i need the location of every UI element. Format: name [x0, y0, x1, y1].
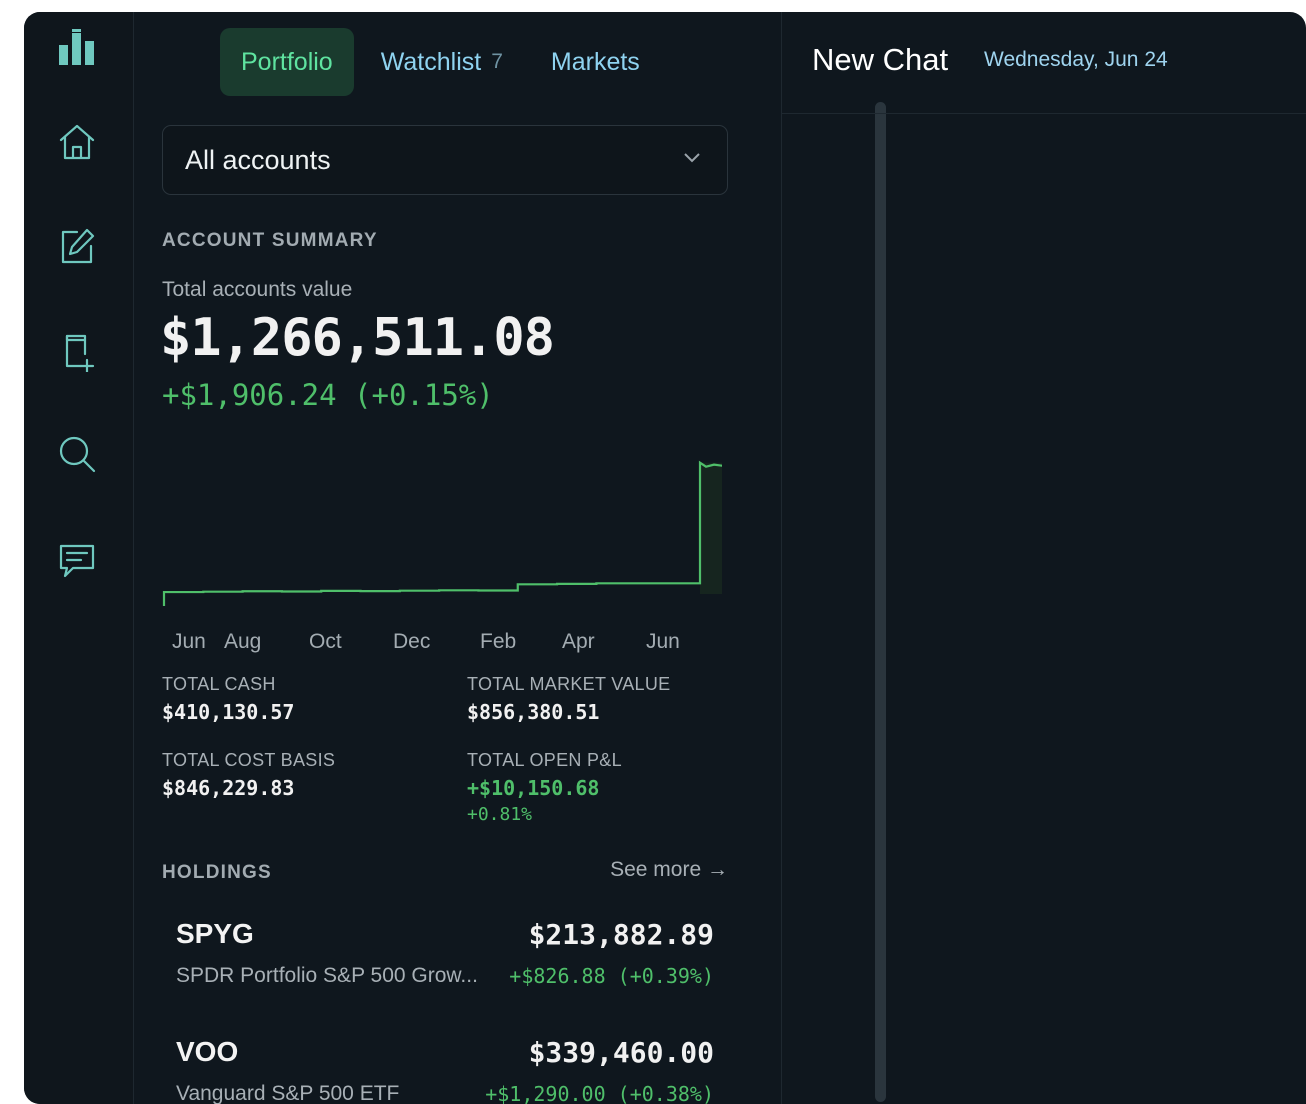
search-icon[interactable]	[55, 432, 99, 476]
total-open-pl-label: TOTAL OPEN P&L	[467, 750, 622, 770]
account-summary-title: ACCOUNT SUMMARY	[162, 230, 378, 251]
tab-portfolio[interactable]: Portfolio	[220, 28, 354, 96]
app-window: Portfolio Watchlist 7 Markets All accoun…	[24, 12, 1306, 1104]
tab-watchlist[interactable]: Watchlist 7	[360, 28, 524, 96]
chart-x-tick-label: Jun	[172, 630, 206, 653]
chart-series-line	[162, 460, 722, 607]
edit-icon[interactable]	[55, 224, 99, 268]
account-select[interactable]: All accounts	[162, 125, 728, 195]
total-market-value-label: TOTAL MARKET VALUE	[467, 674, 671, 694]
see-more-link[interactable]: See more →	[610, 858, 728, 882]
total-cash-label: TOTAL CASH	[162, 674, 276, 694]
chevron-down-icon	[684, 153, 700, 163]
chat-icon[interactable]	[55, 538, 99, 582]
tab-markets[interactable]: Markets	[530, 28, 661, 96]
tab-label: Watchlist	[380, 47, 482, 76]
chart-x-tick-label: Aug	[224, 630, 261, 653]
total-cash-value: $410,130.57	[162, 700, 295, 724]
holding-change: +$1,290.00 (+0.38%)	[485, 1082, 714, 1104]
holding-symbol: SPYG	[176, 918, 254, 949]
chat-panel: New Chat Wednesday, Jun 24	[781, 12, 1306, 1104]
holding-value: $213,882.89	[528, 918, 714, 951]
total-open-pl-percent: +0.81%	[467, 804, 533, 825]
holdings-title: HOLDINGS	[162, 862, 272, 883]
total-accounts-change: +$1,906.24 (+0.15%)	[162, 378, 494, 412]
holding-value: $339,460.00	[528, 1036, 714, 1069]
total-open-pl-value: +$10,150.68	[467, 776, 600, 800]
holding-change: +$826.88 (+0.39%)	[509, 964, 714, 988]
chat-title: New Chat	[812, 42, 949, 77]
holding-name: Vanguard S&P 500 ETF	[176, 1082, 400, 1104]
tab-label: Portfolio	[241, 47, 333, 76]
holding-name: SPDR Portfolio S&P 500 Grow...	[176, 964, 478, 987]
tab-bar: Portfolio Watchlist 7 Markets	[220, 28, 661, 96]
add-document-icon[interactable]	[55, 330, 99, 374]
total-cost-basis-label: TOTAL COST BASIS	[162, 750, 336, 770]
sidebar	[24, 12, 134, 1104]
account-select-value: All accounts	[185, 144, 331, 175]
portfolio-value-chart: Jun Aug Oct Dec Feb Apr Jun	[162, 460, 722, 653]
holding-symbol: VOO	[176, 1036, 239, 1067]
holding-row[interactable]: SPYG $213,882.89 SPDR Portfolio S&P 500 …	[162, 910, 728, 1020]
tab-label: Markets	[550, 47, 640, 76]
portfolio-panel: Portfolio Watchlist 7 Markets All accoun…	[134, 12, 886, 1104]
total-market-value: $856,380.51	[467, 700, 600, 724]
chart-x-tick-label: Apr	[562, 630, 595, 653]
total-accounts-value: $1,266,511.08	[160, 308, 555, 368]
holding-row[interactable]: VOO $339,460.00 Vanguard S&P 500 ETF +$1…	[162, 1028, 728, 1104]
logo-icon[interactable]	[55, 26, 99, 70]
chart-x-tick-label: Dec	[393, 630, 430, 653]
total-accounts-label: Total accounts value	[162, 278, 353, 301]
chart-x-tick-label: Oct	[309, 630, 342, 653]
total-cost-basis-value: $846,229.83	[162, 776, 295, 800]
chart-area-fill	[700, 462, 722, 594]
chart-x-tick-label: Jun	[646, 630, 680, 653]
home-icon[interactable]	[55, 120, 99, 164]
chat-header: New Chat Wednesday, Jun 24	[782, 12, 1306, 114]
watchlist-count-badge: 7	[491, 50, 503, 73]
chart-x-tick-label: Feb	[480, 630, 516, 653]
chat-date: Wednesday, Jun 24	[984, 48, 1168, 71]
